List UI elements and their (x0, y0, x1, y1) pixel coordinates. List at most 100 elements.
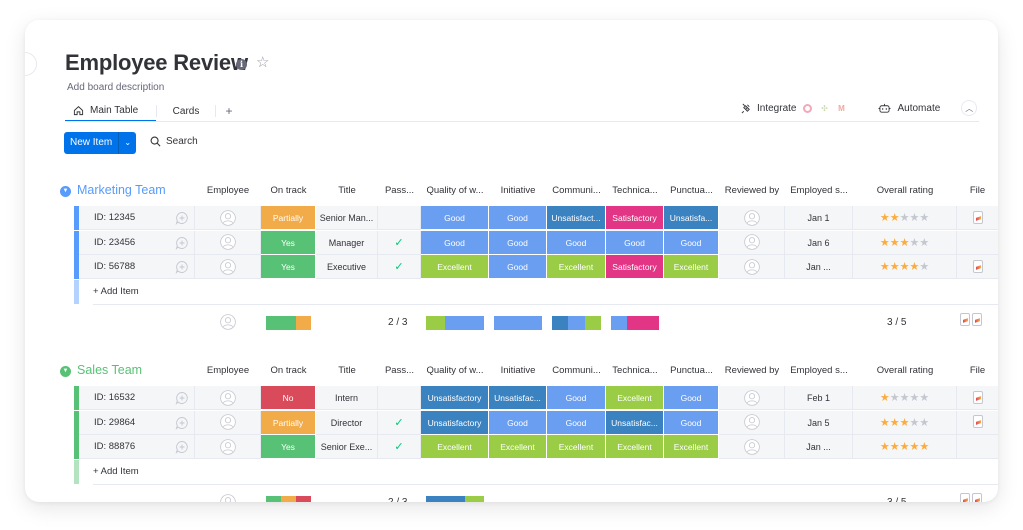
add-update-icon[interactable] (175, 236, 189, 250)
column-header[interactable]: Overall rating (853, 365, 957, 376)
title-cell[interactable]: Executive (316, 255, 378, 279)
star-filled-icon[interactable]: ★ (890, 212, 900, 224)
initiative-status[interactable]: Good (489, 230, 547, 255)
table-row[interactable]: ID: 12345 Partially Senior Man... Good Good U… (74, 206, 998, 230)
overall-rating[interactable]: ★★★★★ (853, 230, 957, 255)
star-filled-icon[interactable]: ★ (880, 237, 890, 249)
employed-since-cell[interactable]: Jan ... (785, 255, 853, 279)
column-header[interactable]: Initiative (489, 185, 547, 196)
on-track-status[interactable]: Yes (261, 255, 316, 279)
column-header[interactable]: Quality of w... (421, 365, 489, 376)
add-update-icon[interactable] (175, 260, 189, 275)
column-header[interactable]: Title (316, 365, 378, 376)
star-filled-icon[interactable]: ★ (900, 237, 910, 249)
employed-since-cell[interactable]: Jan 6 (785, 230, 853, 255)
star-filled-icon[interactable]: ★ (900, 417, 910, 429)
table-row[interactable]: ID: 29864 Partially Director ✓ Unsatisfactor… (74, 410, 998, 435)
title-cell[interactable]: Manager (316, 230, 378, 255)
column-header[interactable]: Employee (195, 185, 261, 196)
punctuality-status[interactable]: Good (664, 410, 719, 435)
passed-checkbox[interactable]: ✓ (378, 230, 421, 255)
star-empty-icon[interactable]: ★ (909, 392, 919, 404)
title-cell[interactable]: Director (316, 410, 378, 435)
reviewed-by-cell[interactable] (719, 230, 785, 255)
initiative-status[interactable]: Good (489, 410, 547, 435)
communication-status[interactable]: Good (547, 230, 606, 255)
add-item-input[interactable]: + Add Item (93, 280, 998, 305)
communication-summary[interactable] (552, 315, 601, 330)
quality-summary[interactable] (426, 495, 484, 502)
star-outline-icon[interactable]: ☆ (256, 55, 269, 71)
item-name[interactable]: ID: 29864 (79, 410, 195, 435)
file-icon[interactable] (972, 390, 983, 404)
tab-cards[interactable]: Cards (157, 100, 215, 122)
table-row[interactable]: ID: 16532 No Intern Unsatisfactory Unsatisfa… (74, 386, 998, 410)
employee-cell[interactable] (195, 255, 261, 279)
new-item-label[interactable]: New Item (64, 132, 118, 154)
star-filled-icon[interactable]: ★ (909, 261, 919, 273)
tab-main-table[interactable]: Main Table (65, 100, 156, 122)
item-name[interactable]: ID: 23456 (79, 230, 195, 255)
column-header[interactable]: Technica... (606, 365, 664, 376)
column-header[interactable]: Reviewed by (719, 185, 785, 196)
add-item-row[interactable]: + Add Item (74, 459, 998, 485)
reviewed-by-cell[interactable] (719, 206, 785, 230)
on-track-status[interactable]: Partially (261, 206, 316, 230)
chevron-down-icon[interactable]: ▼ (60, 366, 71, 377)
file-cell[interactable] (957, 410, 998, 435)
add-update-icon[interactable] (175, 211, 189, 226)
column-header[interactable]: Initiative (489, 365, 547, 376)
star-filled-icon[interactable]: ★ (919, 441, 929, 453)
column-header[interactable]: Reviewed by (719, 365, 785, 376)
quality-of-work-status[interactable]: Unsatisfactory (421, 386, 489, 410)
new-item-button[interactable]: New Item ⌄ (64, 132, 137, 154)
quality-of-work-status[interactable]: Good (421, 206, 489, 230)
column-header[interactable]: Pass... (378, 185, 421, 196)
reviewed-by-cell[interactable] (719, 410, 785, 435)
column-header[interactable]: Communi... (547, 365, 606, 376)
star-filled-icon[interactable]: ★ (890, 417, 900, 429)
title-cell[interactable]: Senior Exe... (316, 435, 378, 459)
column-header[interactable]: Punctua... (664, 185, 719, 196)
file-cell[interactable] (957, 255, 998, 279)
star-empty-icon[interactable]: ★ (919, 212, 929, 224)
communication-status[interactable]: Good (547, 410, 606, 435)
star-empty-icon[interactable]: ★ (919, 417, 929, 429)
communication-status[interactable]: Excellent (547, 255, 606, 279)
file-cell[interactable] (957, 206, 998, 230)
overall-rating[interactable]: ★★★★★ (853, 255, 957, 279)
add-item-input[interactable]: + Add Item (93, 460, 998, 485)
item-name[interactable]: ID: 88876 (79, 435, 195, 459)
column-header[interactable]: File (957, 185, 998, 196)
overall-rating[interactable]: ★★★★★ (853, 435, 957, 459)
technical-status[interactable]: Unsatisfac... (606, 410, 664, 435)
on-track-status[interactable]: Partially (261, 410, 316, 435)
star-filled-icon[interactable]: ★ (900, 441, 910, 453)
employee-cell[interactable] (195, 435, 261, 459)
star-empty-icon[interactable]: ★ (900, 212, 910, 224)
quality-of-work-status[interactable]: Excellent (421, 255, 489, 279)
communication-status[interactable]: Excellent (547, 435, 606, 459)
item-name[interactable]: ID: 56788 (79, 255, 195, 279)
column-header[interactable]: Quality of w... (421, 185, 489, 196)
add-update-icon[interactable] (175, 391, 189, 406)
title-cell[interactable]: Senior Man... (316, 206, 378, 230)
column-header[interactable]: On track (261, 365, 316, 376)
employed-since-cell[interactable]: Jan ... (785, 435, 853, 459)
passed-checkbox[interactable] (378, 206, 421, 230)
file-icon[interactable] (972, 259, 983, 273)
column-header[interactable]: Employed s... (785, 185, 853, 196)
add-item-row[interactable]: + Add Item (74, 279, 998, 305)
integrate-button[interactable]: Integrate ✣ M (741, 103, 846, 114)
file-cell[interactable] (957, 435, 998, 459)
technical-status[interactable]: Good (606, 230, 664, 255)
employed-since-cell[interactable]: Jan 5 (785, 410, 853, 435)
group-title[interactable]: Marketing Team (77, 183, 166, 197)
employee-cell[interactable] (195, 386, 261, 410)
star-filled-icon[interactable]: ★ (880, 441, 890, 453)
quality-of-work-status[interactable]: Excellent (421, 435, 489, 459)
file-icon[interactable] (972, 210, 983, 224)
initiative-status[interactable]: Unsatisfac... (489, 386, 547, 410)
column-header[interactable]: Communi... (547, 185, 606, 196)
technical-status[interactable]: Excellent (606, 435, 664, 459)
